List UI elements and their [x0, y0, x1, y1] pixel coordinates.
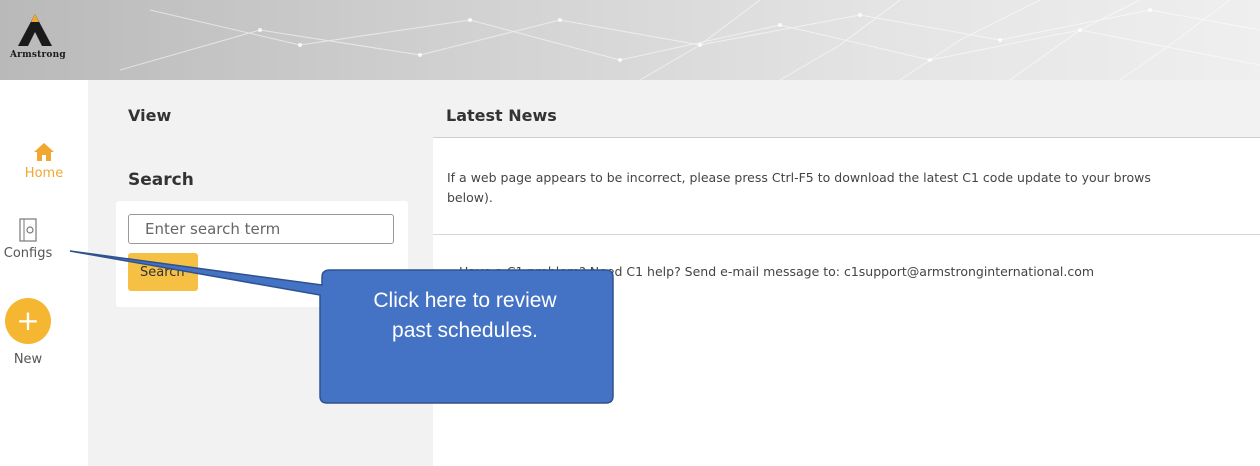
nav-home[interactable]: Home — [0, 142, 88, 181]
header-banner: Armstrong — [0, 0, 1260, 80]
news-item-refresh-line1: If a web page appears to be incorrect, p… — [447, 170, 1151, 185]
nav-home-label: Home — [24, 166, 64, 181]
logo-text: Armstrong — [10, 50, 66, 60]
nav-configs[interactable]: Configs — [0, 218, 72, 261]
news-item-refresh: If a web page appears to be incorrect, p… — [447, 168, 1260, 208]
view-panel: View Search Search — [88, 80, 433, 466]
home-icon — [34, 143, 54, 161]
callout-text: Click here to review past schedules. — [318, 286, 612, 346]
left-nav-rail: Home Configs + New — [0, 80, 88, 466]
nav-configs-label: Configs — [3, 246, 53, 261]
armstrong-logo: Armstrong — [10, 12, 66, 64]
nav-new-label: New — [13, 352, 43, 367]
callout-line1: Click here to review — [373, 289, 557, 312]
news-divider — [433, 234, 1260, 235]
configs-icon — [19, 218, 37, 242]
news-item-refresh-line2: below). — [447, 190, 493, 205]
view-title: View — [128, 106, 172, 125]
mesh-background — [119, 0, 1260, 80]
search-input[interactable] — [128, 214, 394, 244]
plus-icon: + — [5, 298, 51, 344]
search-button[interactable]: Search — [128, 253, 198, 291]
news-item-support: Have a C1 problem? Need C1 help? Send e-… — [459, 264, 1095, 279]
main-content: Latest News If a web page appears to be … — [433, 80, 1260, 466]
callout-line2: past schedules. — [392, 319, 538, 342]
news-title: Latest News — [446, 106, 557, 125]
news-header: Latest News — [433, 80, 1260, 138]
nav-new[interactable]: + New — [0, 298, 72, 367]
news-item-support-text: Need C1 help? Send e-mail message to: c1… — [589, 264, 1095, 279]
search-title: Search — [128, 170, 194, 190]
logo-mark-icon — [18, 14, 52, 46]
